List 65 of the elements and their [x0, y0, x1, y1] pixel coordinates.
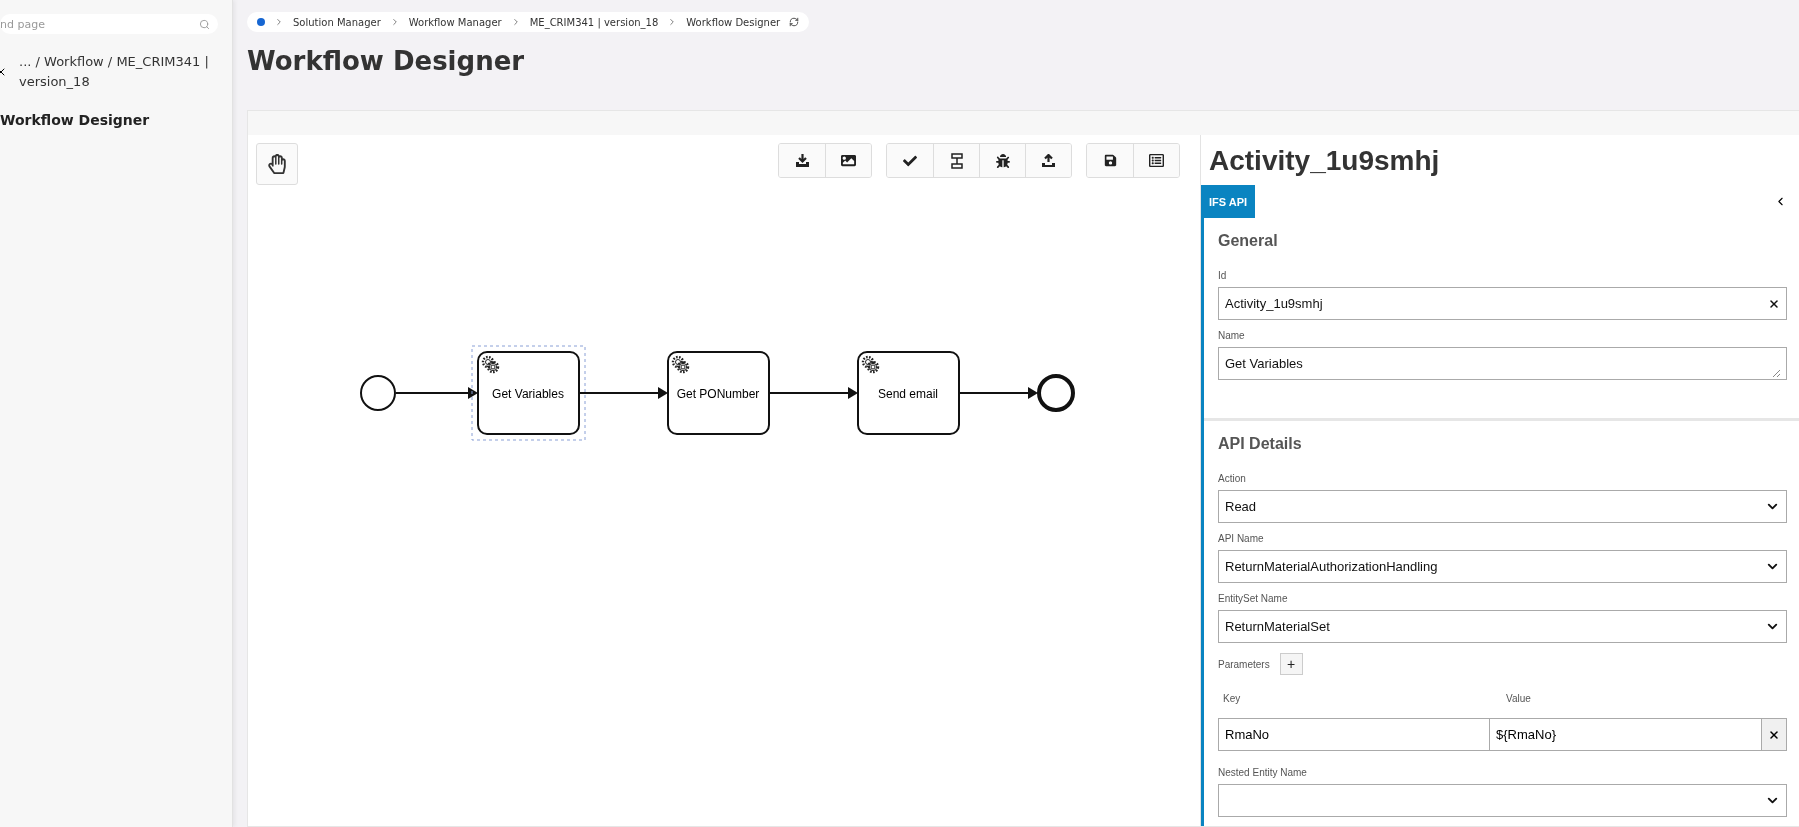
task-label: Get PONumber: [676, 387, 760, 401]
chevron-right-icon: [274, 17, 284, 27]
gear-icon: [861, 355, 880, 374]
nav-item[interactable]: Workflow Designer: [0, 112, 232, 128]
input-field[interactable]: Activity_1u9smhj: [1218, 287, 1787, 320]
refresh-icon[interactable]: [789, 17, 800, 27]
hand-tool-button[interactable]: [256, 143, 298, 185]
dropdown[interactable]: ReturnMaterialAuthorizationHandling: [1218, 550, 1787, 583]
hand-icon: [267, 154, 287, 174]
field-label: Nested Entity Name: [1218, 767, 1308, 778]
field-label: Parameters: [1218, 658, 1270, 670]
task-label: Get Variables: [492, 387, 564, 401]
column-label: Key: [1223, 693, 1242, 704]
flow-icon: [949, 152, 964, 169]
dropdown[interactable]: Read: [1218, 490, 1787, 523]
column-label: Value: [1506, 693, 1532, 704]
save-button[interactable]: [1087, 144, 1133, 177]
end-event: [1037, 374, 1075, 412]
dropdown[interactable]: ReturnMaterialSet: [1218, 610, 1787, 643]
breadcrumb-link[interactable]: Workflow Manager: [408, 16, 502, 28]
input-field[interactable]: ${RmaNo}: [1490, 718, 1762, 751]
page-title: Workflow Designer: [247, 46, 526, 78]
remove-button[interactable]: [1762, 718, 1787, 751]
field-label: API Name: [1218, 533, 1265, 544]
start-event: [360, 375, 396, 411]
section-title: General: [1218, 232, 1279, 250]
field-label: Id: [1218, 270, 1228, 281]
image-button[interactable]: [825, 144, 871, 177]
service-task[interactable]: [477, 351, 580, 435]
field-label: Action: [1218, 473, 1247, 484]
field-label: EntitySet Name: [1218, 593, 1289, 604]
bug-icon: [995, 153, 1010, 168]
breadcrumb-link[interactable]: ME_CRIM341 | version_18: [529, 16, 659, 28]
download-icon: [794, 153, 810, 168]
field-label: Name: [1218, 330, 1246, 341]
download-button[interactable]: [779, 144, 825, 177]
debug-button[interactable]: [979, 144, 1025, 177]
save-icon: [1103, 154, 1117, 167]
breadcrumb-link[interactable]: Solution Manager: [293, 16, 381, 28]
task-label: Send email: [878, 387, 938, 401]
layout-button[interactable]: [933, 144, 979, 177]
list-icon: [1149, 153, 1164, 168]
upload-button[interactable]: [1025, 144, 1071, 177]
resize-handle-icon: [1772, 369, 1780, 377]
close-icon: [1768, 728, 1780, 741]
tab[interactable]: IFS API: [1201, 185, 1256, 218]
clear-icon[interactable]: [1768, 297, 1780, 310]
input-field[interactable]: RmaNo: [1218, 718, 1490, 751]
service-task[interactable]: [667, 351, 770, 435]
element-title: Activity_1u9smhj: [1208, 144, 1441, 178]
breadcrumb-link[interactable]: Workflow Designer: [686, 16, 781, 28]
service-task[interactable]: [857, 351, 960, 435]
status-dot: [257, 18, 265, 26]
checkmark-icon: [903, 153, 917, 168]
upload-icon: [1041, 153, 1056, 168]
properties-button[interactable]: [1133, 144, 1179, 177]
validate-button[interactable]: [887, 144, 933, 177]
gear-icon: [671, 355, 690, 374]
add-button[interactable]: +: [1279, 653, 1303, 675]
text-area[interactable]: Get Variables: [1218, 347, 1787, 380]
navigation-path: ... / Workflow / ME_CRIM341 | version_18: [19, 53, 210, 91]
search-icon: [199, 18, 210, 30]
section-title: API Details: [1218, 435, 1303, 453]
image-icon: [841, 153, 856, 168]
gear-icon: [481, 355, 500, 374]
